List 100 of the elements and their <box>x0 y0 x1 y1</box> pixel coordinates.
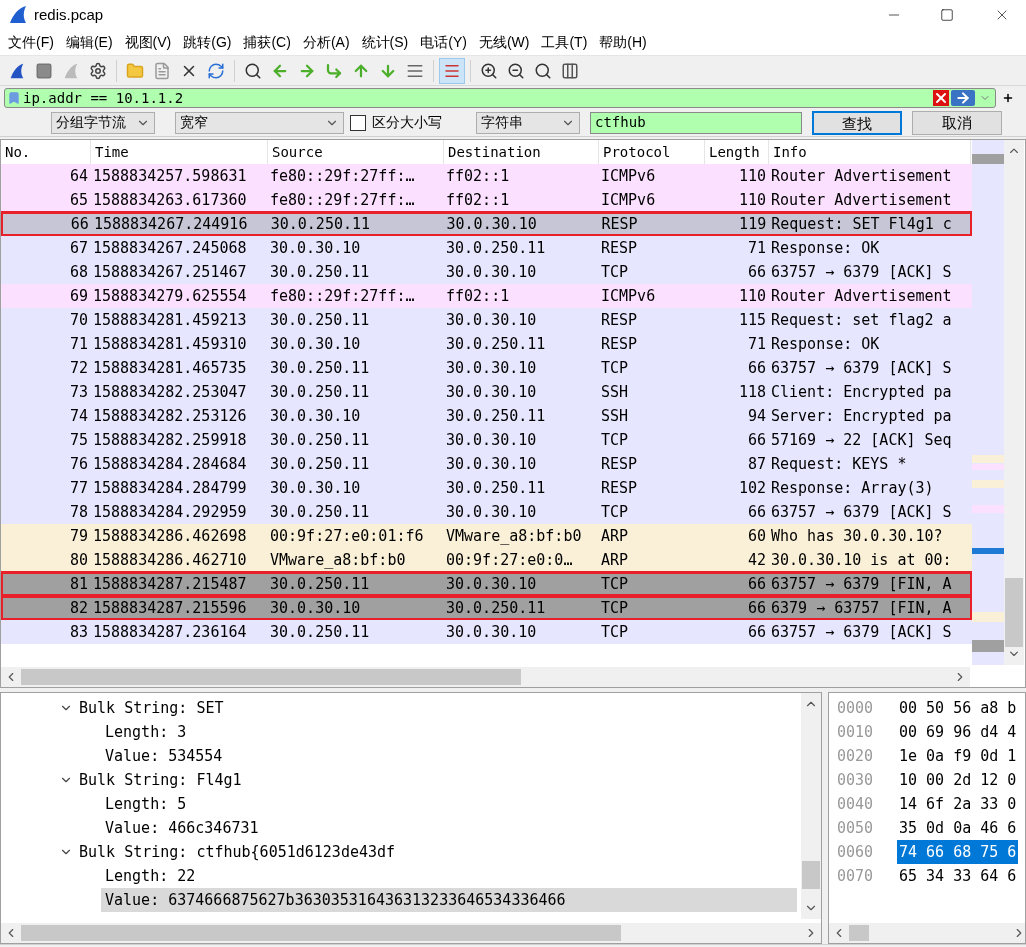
menu-item[interactable]: 跳转(G) <box>177 32 238 53</box>
packet-row[interactable]: 79 1588834286.462698 00:9f:27:e0:01:f6 VMware_a8:bf:b0 ARP 60 Who has 30.0.30.10? <box>1 524 972 548</box>
table-cell-text: 1588834282.259918 <box>92 429 248 451</box>
dropdown[interactable]: 宽窄 <box>175 111 344 134</box>
horizontal-scrollbar[interactable] <box>1 667 970 687</box>
table-cell-text: 1588834281.459213 <box>92 309 248 331</box>
scroll-thumb[interactable] <box>21 669 521 685</box>
menu-item[interactable]: 工具(T) <box>535 32 594 53</box>
hex-bytes[interactable]: 14 6f 2a 33 0 <box>897 792 1019 816</box>
hex-bytes[interactable]: 1e 0a f9 0d 1 <box>897 744 1019 768</box>
packet-row[interactable]: 80 1588834286.462710 VMware_a8:bf:b0 00:9f:27:e0:0… ARP 42 30.0.30.10 is at 00: <box>1 548 972 572</box>
shark-fin-icon[interactable] <box>8 61 26 80</box>
checkbox[interactable] <box>350 114 366 131</box>
packet-row[interactable]: 68 1588834267.251467 30.0.250.11 30.0.30.10 TCP 66 63757 → 6379 [ACK] S <box>1 260 972 284</box>
zoom-reset-icon[interactable] <box>534 61 552 80</box>
table-cell-text: 1588834287.215487 <box>92 573 248 595</box>
display-filter-field[interactable]: ip.addr == 10.1.1.2 <box>4 88 996 108</box>
menu-item[interactable]: 帮助(H) <box>593 32 653 53</box>
packet-row[interactable]: 66 1588834267.244916 30.0.250.11 30.0.30.10 RESP 119 Request: SET Fl4g1 c <box>1 212 972 236</box>
hex-bytes[interactable]: 35 0d 0a 46 6 <box>897 816 1019 840</box>
tree-item[interactable]: Length: 22 <box>101 864 797 888</box>
table-cell-text: 30.0.30.10 <box>269 237 362 259</box>
settings-icon[interactable] <box>89 61 107 80</box>
tree-item[interactable]: Length: 5 <box>101 792 797 816</box>
table-cell-text: 87 <box>746 453 767 475</box>
bookmark-icon[interactable] <box>7 90 21 106</box>
hex-bytes[interactable]: 10 00 2d 12 0 <box>897 768 1019 792</box>
menu-item[interactable]: 捕获(C) <box>237 32 297 53</box>
file-icon[interactable] <box>153 61 171 80</box>
menu-item[interactable]: 视图(V) <box>118 32 178 53</box>
search-icon[interactable] <box>244 61 262 80</box>
packet-row[interactable]: 73 1588834282.253047 30.0.250.11 30.0.30.10 SSH 118 Client: Encrypted pa <box>1 380 972 404</box>
table-cell-text: RESP <box>600 213 639 235</box>
packet-row[interactable]: 72 1588834281.465735 30.0.250.11 30.0.30.10 TCP 66 63757 → 6379 [ACK] S <box>1 356 972 380</box>
tree-item[interactable]: Bulk String: Fl4g1 <box>79 768 242 792</box>
menu-item[interactable]: 编辑(E) <box>59 32 119 53</box>
table-cell-text: 30.0.250.11 <box>269 261 371 283</box>
packet-row[interactable]: 65 1588834263.617360 fe80::29f:27ff:… ff02::1 ICMPv6 110 Router Advertisement <box>1 188 972 212</box>
jump-icon[interactable] <box>325 61 343 80</box>
table-cell-text: 66 <box>746 429 767 451</box>
apply-icon[interactable] <box>951 90 975 106</box>
vertical-scrollbar[interactable] <box>1004 140 1024 665</box>
packet-row[interactable]: 67 1588834267.245068 30.0.30.10 30.0.250.11 RESP 71 Response: OK <box>1 236 972 260</box>
hex-bytes[interactable]: 00 69 96 d4 4 <box>897 720 1019 744</box>
horizontal-scrollbar[interactable] <box>1 923 821 943</box>
packet-row[interactable]: 64 1588834257.598631 fe80::29f:27ff:… ff02::1 ICMPv6 110 Router Advertisement <box>1 164 972 188</box>
packet-row[interactable]: 75 1588834282.259918 30.0.250.11 30.0.30.10 TCP 66 57169 → 22 [ACK] Seq <box>1 428 972 452</box>
find-button[interactable]: 查找 <box>812 110 902 135</box>
dropdown[interactable]: 分组字节流 <box>51 111 155 134</box>
hex-offset: 0010 <box>836 721 875 743</box>
table-cell-text: 30.0.30.10 <box>269 333 362 355</box>
tree-item[interactable]: Length: 3 <box>101 720 797 744</box>
zoom-out-icon[interactable] <box>507 61 525 80</box>
reload-icon[interactable] <box>207 61 225 80</box>
hex-bytes[interactable]: 74 66 68 75 6 <box>897 840 1019 864</box>
tree-item[interactable]: Bulk String: SET <box>79 696 224 720</box>
scroll-thumb[interactable] <box>802 861 820 889</box>
search-field[interactable]: ctfhub <box>590 111 802 134</box>
tree-item[interactable]: Value: 6374666875627b363035316436313233646534336466 <box>101 888 797 912</box>
menu-item[interactable]: 文件(F) <box>2 32 60 53</box>
packet-row[interactable]: 78 1588834284.292959 30.0.250.11 30.0.30.10 TCP 66 63757 → 6379 [ACK] S <box>1 500 972 524</box>
stop-icon[interactable] <box>35 61 53 80</box>
packet-row[interactable]: 77 1588834284.284799 30.0.30.10 30.0.250.11 RESP 102 Response: Array(3) <box>1 476 972 500</box>
menu-item[interactable]: 统计(S) <box>355 32 415 53</box>
table-cell-text: ICMPv6 <box>600 285 657 307</box>
table-cell-text: TCP <box>600 573 630 595</box>
packet-row[interactable]: 76 1588834284.284684 30.0.250.11 30.0.30.10 RESP 87 Request: KEYS * <box>1 452 972 476</box>
hex-bytes[interactable]: 00 50 56 a8 b <box>897 696 1019 720</box>
zoom-in-icon[interactable] <box>480 61 498 80</box>
tree-item[interactable]: Bulk String: ctfhub{6051d6123de43df <box>79 840 396 864</box>
find-button[interactable]: 取消 <box>912 110 1002 135</box>
packet-row[interactable]: 81 1588834287.215487 30.0.250.11 30.0.30.10 TCP 66 63757 → 6379 [FIN, A <box>1 572 972 596</box>
menu-item[interactable]: 分析(A) <box>296 32 356 53</box>
table-cell-text: 30.0.250.11 <box>269 453 371 475</box>
packet-row[interactable]: 70 1588834281.459213 30.0.250.11 30.0.30.10 RESP 115 Request: set flag2 a <box>1 308 972 332</box>
packet-row[interactable]: 71 1588834281.459310 30.0.30.10 30.0.250.11 RESP 71 Response: OK <box>1 332 972 356</box>
maximize-icon[interactable] <box>940 8 954 22</box>
table-cell-text: 63757 → 6379 [ACK] S <box>770 261 953 283</box>
table-cell-text: TCP <box>600 597 630 619</box>
tree-item[interactable]: Value: 466c346731 <box>101 816 797 840</box>
hex-bytes[interactable]: 65 34 33 64 6 <box>897 864 1019 888</box>
dropdown[interactable]: 字符串 <box>476 111 580 134</box>
scroll-thumb[interactable] <box>21 925 621 941</box>
table-cell-text: 76 <box>68 453 89 475</box>
add-filter-icon[interactable] <box>1002 92 1014 104</box>
columns-icon[interactable] <box>561 61 579 80</box>
horizontal-scrollbar[interactable] <box>829 923 1025 943</box>
packet-row[interactable]: 82 1588834287.215596 30.0.30.10 30.0.250.11 TCP 66 6379 → 63757 [FIN, A <box>1 596 972 620</box>
packet-row[interactable]: 69 1588834279.625554 fe80::29f:27ff:… ff02::1 ICMPv6 110 Router Advertisement <box>1 284 972 308</box>
tree-item[interactable]: Value: 534554 <box>101 744 797 768</box>
menu-item[interactable]: 无线(W) <box>472 32 536 53</box>
scroll-thumb[interactable] <box>1005 577 1023 648</box>
packet-row[interactable]: 83 1588834287.236164 30.0.250.11 30.0.30.10 TCP 66 63757 → 6379 [ACK] S <box>1 620 972 644</box>
table-cell-text: Client: Encrypted pa <box>770 381 953 403</box>
vertical-scrollbar[interactable] <box>801 693 821 919</box>
menu-item[interactable]: 电话(Y) <box>414 32 473 53</box>
table-cell-text: 1588834281.465735 <box>92 357 248 379</box>
packet-row[interactable]: 74 1588834282.253126 30.0.30.10 30.0.250.11 SSH 94 Server: Encrypted pa <box>1 404 972 428</box>
clear-icon[interactable] <box>933 90 949 106</box>
scroll-thumb[interactable] <box>849 925 869 941</box>
